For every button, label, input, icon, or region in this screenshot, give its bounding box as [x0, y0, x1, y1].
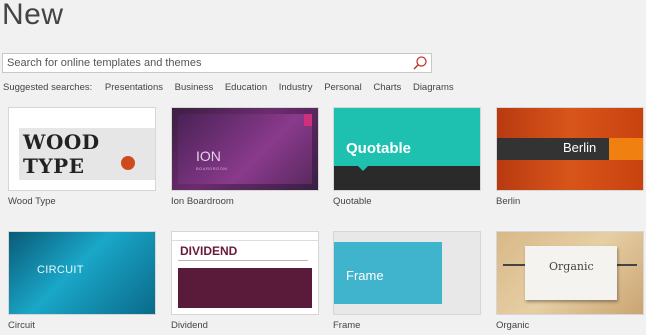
thumb-bottom-band	[334, 166, 480, 190]
search-button[interactable]	[410, 54, 430, 72]
suggested-label: Suggested searches:	[3, 82, 93, 93]
thumb-title: Frame	[346, 268, 384, 283]
template-name: Dividend	[171, 320, 208, 331]
template-thumbnail[interactable]: CIRCUIT	[8, 231, 156, 315]
thumb-speech-tail	[358, 166, 368, 171]
thumb-card	[525, 246, 617, 300]
thumb-title: DIVIDEND	[180, 244, 238, 258]
template-name: Berlin	[496, 196, 521, 207]
template-name: Circuit	[8, 320, 35, 331]
template-name: Organic	[496, 320, 530, 331]
thumb-top-band	[334, 108, 480, 166]
thumb-accent	[304, 114, 312, 126]
thumb-title: Organic	[549, 260, 594, 273]
template-name: Quotable	[333, 196, 372, 207]
template-thumbnail[interactable]: ION BOARDROOM	[171, 107, 319, 191]
template-frame[interactable]: Frame Frame	[333, 231, 481, 331]
page-title: New	[2, 0, 64, 31]
thumb-title: ION	[196, 148, 221, 164]
template-thumbnail[interactable]: WOOD TYPE	[8, 107, 156, 191]
thumb-title: Berlin	[563, 140, 597, 155]
template-quotable[interactable]: Quotable Quotable	[333, 107, 481, 207]
template-ion-boardroom[interactable]: ION BOARDROOM Ion Boardroom	[171, 107, 319, 207]
search-box[interactable]	[2, 53, 432, 73]
template-name: Wood Type	[8, 196, 56, 207]
suggested-personal[interactable]: Personal	[324, 82, 362, 93]
thumb-title: Quotable	[346, 140, 412, 157]
suggested-searches: Suggested searches: Presentations Busine…	[3, 82, 463, 93]
thumb-title: CIRCUIT	[37, 264, 84, 276]
template-thumbnail[interactable]: Quotable	[333, 107, 481, 191]
template-thumbnail[interactable]: DIVIDEND	[171, 231, 319, 315]
template-circuit[interactable]: CIRCUIT Circuit	[8, 231, 156, 331]
search-icon	[413, 56, 427, 70]
suggested-diagrams[interactable]: Diagrams	[413, 82, 454, 93]
template-organic[interactable]: Organic Organic	[496, 231, 644, 331]
search-input[interactable]	[3, 54, 411, 72]
suggested-presentations[interactable]: Presentations	[105, 82, 163, 93]
template-name: Frame	[333, 320, 361, 331]
thumb-accent-dot	[121, 156, 135, 170]
thumb-divider	[178, 260, 308, 261]
template-berlin[interactable]: Berlin Berlin	[496, 107, 644, 207]
suggested-charts[interactable]: Charts	[373, 82, 401, 93]
suggested-education[interactable]: Education	[225, 82, 267, 93]
suggested-industry[interactable]: Industry	[279, 82, 313, 93]
template-wood-type[interactable]: WOOD TYPE Wood Type	[8, 107, 156, 207]
thumb-top-bar	[172, 232, 318, 241]
thumb-bottom-block	[178, 268, 312, 308]
thumb-accent	[609, 138, 643, 160]
thumb-title: WOOD TYPE	[19, 128, 155, 180]
thumb-subtitle: BOARDROOM	[196, 166, 228, 171]
suggested-business[interactable]: Business	[175, 82, 214, 93]
template-thumbnail[interactable]: Organic	[496, 231, 644, 315]
template-thumbnail[interactable]: Frame	[333, 231, 481, 315]
template-name: Ion Boardroom	[171, 196, 234, 207]
template-dividend[interactable]: DIVIDEND Dividend	[171, 231, 319, 331]
template-thumbnail[interactable]: Berlin	[496, 107, 644, 191]
